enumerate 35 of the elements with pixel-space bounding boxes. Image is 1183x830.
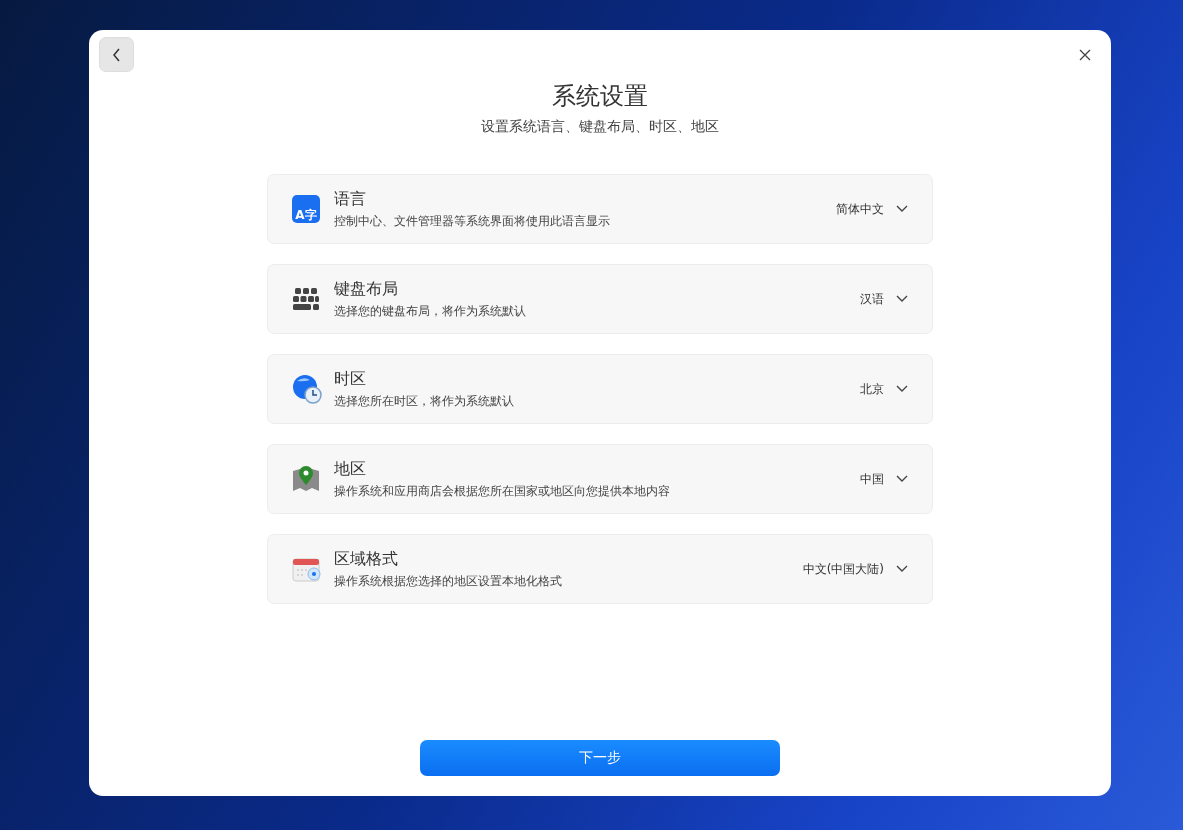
setting-title: 时区 (334, 368, 367, 390)
globe-clock-icon (292, 374, 322, 404)
window-title: 系统设置 (552, 81, 648, 112)
close-icon[interactable] (1079, 48, 1091, 61)
setting-title: 区域格式 (334, 548, 399, 570)
chevron-down-icon[interactable] (896, 295, 908, 303)
back-button[interactable] (99, 37, 134, 72)
calendar-icon (292, 555, 322, 583)
setting-value: 中文(中国大陆) (802, 560, 884, 578)
map-pin-icon (292, 465, 320, 493)
setting-title: 地区 (334, 458, 367, 480)
chevron-down-icon[interactable] (896, 565, 908, 573)
setting-description: 选择您的键盘布局，将作为系统默认 (334, 302, 527, 320)
setting-row[interactable]: 地区 操作系统和应用商店会根据您所在国家或地区向您提供本地内容 中国 (267, 444, 933, 514)
keyboard-icon (292, 286, 320, 312)
language-icon: A字 (292, 195, 320, 223)
chevron-down-icon[interactable] (896, 205, 908, 213)
setting-title: 键盘布局 (334, 278, 399, 300)
setting-row[interactable]: A字 语言 控制中心、文件管理器等系统界面将使用此语言显示 简体中文 (267, 174, 933, 244)
chevron-down-icon[interactable] (896, 475, 908, 483)
setting-description: 选择您所在时区，将作为系统默认 (334, 392, 515, 410)
setting-value: 中国 (860, 470, 884, 488)
setting-title: 语言 (334, 188, 367, 210)
setting-value: 汉语 (860, 290, 884, 308)
setting-row[interactable]: 时区 选择您所在时区，将作为系统默认 北京 (267, 354, 933, 424)
setting-description: 操作系统根据您选择的地区设置本地化格式 (334, 572, 563, 590)
setting-row[interactable]: 键盘布局 选择您的键盘布局，将作为系统默认 汉语 (267, 264, 933, 334)
setting-value: 北京 (860, 380, 884, 398)
setting-value: 简体中文 (836, 200, 884, 218)
setting-description: 控制中心、文件管理器等系统界面将使用此语言显示 (334, 212, 611, 230)
chevron-down-icon[interactable] (896, 385, 908, 393)
next-button[interactable]: 下一步 (420, 740, 780, 776)
setting-description: 操作系统和应用商店会根据您所在国家或地区向您提供本地内容 (334, 482, 671, 500)
setting-row[interactable]: 区域格式 操作系统根据您选择的地区设置本地化格式 中文(中国大陆) (267, 534, 933, 604)
window-subtitle: 设置系统语言、键盘布局、时区、地区 (481, 118, 719, 136)
